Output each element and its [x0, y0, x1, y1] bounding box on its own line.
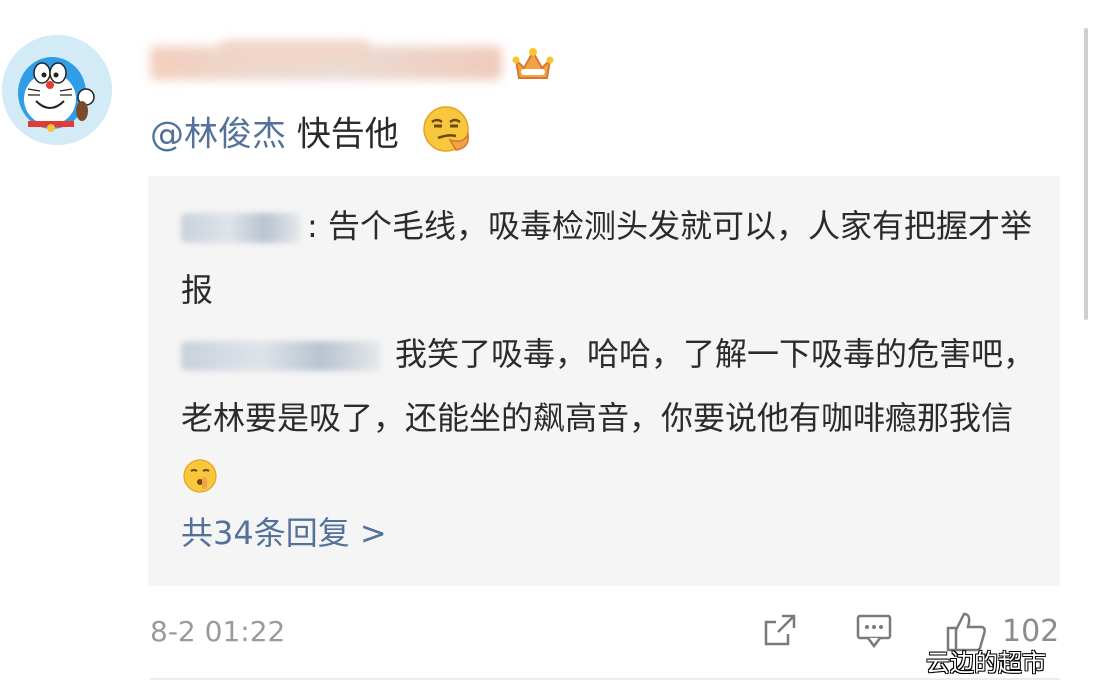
comment-icon: [856, 614, 892, 649]
doraemon-avatar-icon: [2, 35, 112, 145]
watermark: 云边的超市: [926, 649, 1046, 677]
smirk-emoji-icon: [420, 104, 474, 168]
shush-emoji-icon: [181, 452, 219, 516]
more-replies-link[interactable]: 共34条回复 >: [181, 508, 387, 558]
username-blurred[interactable]: [150, 38, 502, 88]
divider: [150, 678, 1060, 680]
reply-text: : 告个毛线，吸毒检测头发就可以，人家有把握才举报: [181, 207, 1032, 309]
reply-item[interactable]: : 告个毛线，吸毒检测头发就可以，人家有把握才举报: [181, 194, 1041, 322]
comment-button[interactable]: [854, 610, 894, 654]
crown-badge-icon: [512, 44, 554, 84]
reply-author-blurred[interactable]: [181, 341, 381, 371]
replies-panel: : 告个毛线，吸毒检测头发就可以，人家有把握才举报 我笑了吸毒，哈哈，了解一下吸…: [148, 176, 1060, 586]
comment-timestamp: 8-2 01:22: [150, 615, 286, 648]
mention-link[interactable]: @林俊杰: [150, 115, 286, 155]
like-count: 102: [1002, 614, 1060, 649]
share-button[interactable]: [760, 610, 800, 654]
share-icon: [764, 614, 796, 646]
avatar[interactable]: [2, 35, 112, 145]
reply-author-blurred[interactable]: [181, 213, 301, 243]
comment-text: @林俊杰 快告他: [150, 104, 474, 155]
scrollbar[interactable]: [1084, 28, 1088, 320]
reply-item[interactable]: 我笑了吸毒，哈哈，了解一下吸毒的危害吧，老林要是吸了，还能坐的飙高音，你要说他有…: [181, 322, 1041, 516]
comment-body: 快告他: [286, 114, 399, 155]
